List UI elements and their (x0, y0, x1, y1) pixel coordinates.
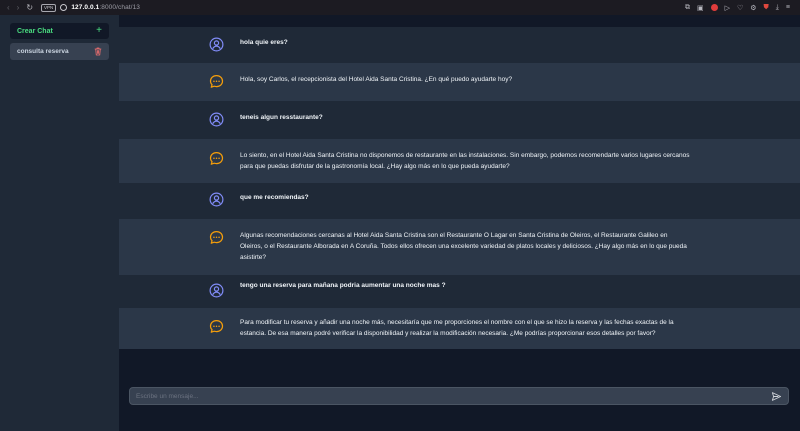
sidebar: Crear Chat + consulta reserva (0, 15, 119, 431)
heart-icon[interactable]: ♡ (737, 4, 743, 12)
message-text: teneis algun resstaurante? (240, 114, 323, 121)
download-icon[interactable]: ⤓ (776, 4, 779, 12)
message-text: tengo una reserva para mañana podria aum… (240, 282, 446, 289)
message-text: hola quie eres? (240, 39, 288, 46)
play-icon[interactable]: ▷ (725, 4, 730, 12)
send-icon[interactable] (771, 391, 782, 402)
menu-icon[interactable]: ≡ (786, 4, 790, 11)
url-text[interactable]: 127.0.0.1:8000/chat/13 (71, 4, 140, 11)
message-text: Para modificar tu reserva y añadir una n… (240, 319, 674, 337)
address-bar[interactable]: VPN 127.0.0.1:8000/chat/13 (41, 3, 140, 12)
message-row-bot: Hola, soy Carlos, el recepcionista del H… (119, 63, 800, 101)
vpn-badge[interactable]: VPN (41, 3, 57, 12)
sidebar-item-chat[interactable]: consulta reserva (10, 43, 109, 60)
message-row-user: teneis algun resstaurante? (119, 101, 800, 139)
message-row-user: tengo una reserva para mañana podria aum… (119, 275, 800, 308)
message-row-bot: Algunas recomendaciones cercanas al Hote… (119, 219, 800, 275)
new-chat-button[interactable]: Crear Chat + (10, 23, 109, 39)
forward-icon[interactable]: › (17, 3, 20, 12)
shield-icon[interactable]: ⛊ (764, 4, 769, 12)
message-text: Lo siento, en el Hotel Aida Santa Cristi… (240, 152, 690, 170)
user-avatar-icon (209, 37, 224, 52)
message-row-user: que me recomiendas? (119, 183, 800, 219)
url-path: :8000/chat/13 (99, 4, 141, 11)
back-icon[interactable]: ‹ (7, 3, 10, 12)
new-chat-label: Crear Chat (17, 27, 53, 35)
bot-chat-icon (209, 231, 224, 244)
user-avatar-icon (209, 283, 224, 298)
bot-chat-icon (209, 320, 224, 333)
url-host: 127.0.0.1 (71, 4, 100, 11)
plus-icon: + (96, 25, 102, 36)
chat-panel: hola quie eres? Hola, soy Carlos, el rec… (119, 15, 800, 431)
browser-extensions: ⧉ ▣ ▷ ♡ ⚙ ⛊ ⤓ ≡ (685, 4, 790, 12)
trash-icon[interactable] (94, 47, 102, 56)
message-text: Hola, soy Carlos, el recepcionista del H… (240, 76, 513, 83)
message-text: Algunas recomendaciones cercanas al Hote… (240, 232, 687, 261)
screenshot-icon[interactable]: ⧉ (685, 4, 690, 12)
bot-chat-icon (209, 152, 224, 165)
record-icon[interactable] (710, 4, 718, 11)
reload-icon[interactable]: ↻ (26, 3, 33, 12)
camera-icon[interactable]: ▣ (697, 4, 704, 12)
user-avatar-icon (209, 192, 224, 207)
message-row-user: hola quie eres? (119, 27, 800, 63)
message-text: que me recomiendas? (240, 194, 309, 201)
chat-item-label: consulta reserva (17, 48, 69, 55)
settings-icon[interactable]: ⚙ (750, 4, 756, 12)
browser-nav: ‹ › ↻ (7, 3, 33, 12)
message-row-bot: Lo siento, en el Hotel Aida Santa Cristi… (119, 139, 800, 183)
message-row-bot: Para modificar tu reserva y añadir una n… (119, 308, 800, 349)
browser-toolbar: ‹ › ↻ VPN 127.0.0.1:8000/chat/13 ⧉ ▣ ▷ ♡… (0, 0, 800, 15)
user-avatar-icon (209, 112, 224, 127)
bot-chat-icon (209, 75, 224, 88)
message-input[interactable] (136, 390, 756, 403)
globe-icon (60, 4, 68, 11)
message-composer (129, 387, 789, 405)
